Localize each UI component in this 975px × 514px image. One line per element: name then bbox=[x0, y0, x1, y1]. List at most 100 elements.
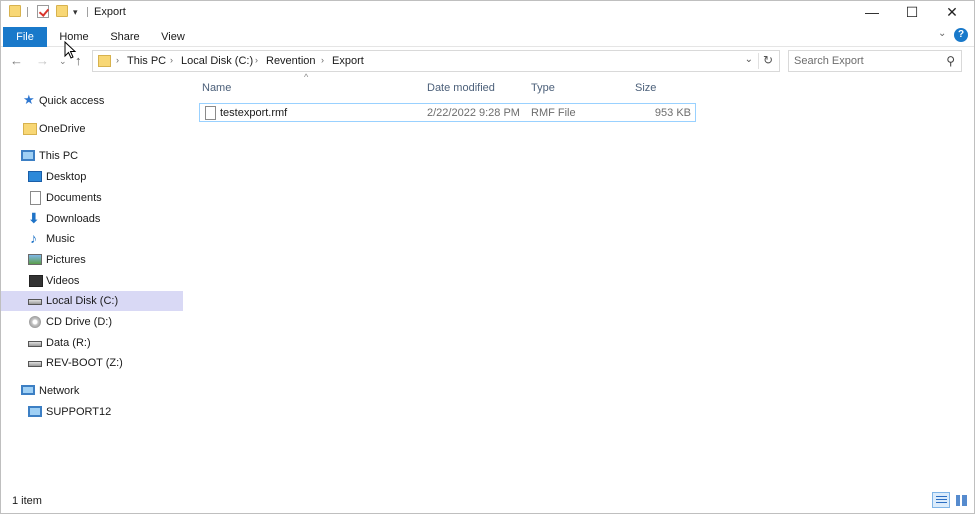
title-bar: ▾ Export — ☐ ✕ bbox=[1, 1, 974, 25]
sidebar-item-label: Music bbox=[46, 233, 75, 245]
file-type: RMF File bbox=[531, 107, 576, 119]
table-row[interactable]: testexport.rmf 2/22/2022 9:28 PM RMF Fil… bbox=[199, 103, 696, 122]
sidebar-item-label: Documents bbox=[46, 192, 102, 204]
sidebar-item-label: Videos bbox=[46, 275, 80, 287]
sidebar-item-support12[interactable]: SUPPORT12 bbox=[1, 402, 183, 422]
sidebar-item-quick-access[interactable]: ★ Quick access bbox=[1, 91, 183, 111]
sidebar-item-label: Quick access bbox=[39, 95, 105, 107]
window-title: Export bbox=[94, 6, 126, 18]
search-box[interactable]: ⚲ bbox=[788, 50, 962, 72]
sidebar-item-this-pc[interactable]: This PC bbox=[1, 146, 183, 166]
column-header-size[interactable]: Size bbox=[635, 82, 656, 94]
file-date-modified: 2/22/2022 9:28 PM bbox=[427, 107, 520, 119]
breadcrumb-export[interactable]: Export bbox=[332, 55, 364, 67]
refresh-icon[interactable]: ↻ bbox=[763, 53, 773, 67]
column-header-name[interactable]: Name bbox=[202, 82, 231, 94]
breadcrumb-separator[interactable]: › bbox=[321, 55, 324, 65]
sidebar-item-label: Local Disk (C:) bbox=[46, 295, 119, 307]
network-icon bbox=[21, 385, 35, 395]
large-icons-view-button[interactable] bbox=[952, 492, 970, 508]
sidebar-item-cd-drive-d[interactable]: CD Drive (D:) bbox=[1, 312, 183, 332]
sort-ascending-icon: ^ bbox=[304, 72, 309, 82]
file-icon bbox=[205, 106, 216, 120]
tab-share[interactable]: Share bbox=[104, 27, 146, 47]
sidebar-item-label: OneDrive bbox=[39, 123, 86, 135]
star-icon: ★ bbox=[23, 92, 35, 107]
expand-ribbon-chevron-icon[interactable]: ⌄ bbox=[938, 28, 946, 39]
sidebar-item-onedrive[interactable]: OneDrive bbox=[1, 119, 183, 139]
sidebar-item-videos[interactable]: Videos bbox=[1, 271, 183, 291]
mouse-cursor-icon bbox=[64, 41, 77, 59]
sidebar-item-data-r[interactable]: Data (R:) bbox=[1, 333, 183, 353]
navigation-pane: ★ Quick access OneDrive This PC Desktop … bbox=[1, 87, 184, 487]
details-view-icon bbox=[936, 496, 947, 505]
navigation-bar: ← → ⌄ ↑ › This PC › Local Disk (C:) › Re… bbox=[1, 48, 974, 76]
sidebar-item-music[interactable]: ♪ Music bbox=[1, 229, 183, 249]
search-input[interactable] bbox=[794, 54, 934, 68]
folder-icon bbox=[98, 55, 111, 67]
address-history-chevron-icon[interactable]: ⌄ bbox=[745, 54, 753, 65]
sidebar-item-label: Network bbox=[39, 385, 80, 397]
ribbon-tabs: File Home Share View ⌄ ? bbox=[1, 25, 974, 47]
large-icons-view-icon bbox=[956, 495, 967, 506]
search-icon[interactable]: ⚲ bbox=[946, 54, 955, 68]
download-icon: ⬇ bbox=[28, 210, 40, 226]
maximize-button[interactable]: ☐ bbox=[892, 1, 932, 23]
breadcrumb-separator[interactable]: › bbox=[116, 55, 119, 65]
folder-icon bbox=[9, 5, 21, 17]
file-explorer-window: ▾ Export — ☐ ✕ File Home Share View ⌄ ? … bbox=[0, 0, 975, 514]
picture-icon bbox=[28, 254, 42, 265]
column-header-type[interactable]: Type bbox=[531, 82, 555, 94]
computer-icon bbox=[28, 406, 42, 417]
column-header-date-modified[interactable]: Date modified bbox=[427, 82, 495, 94]
title-separator bbox=[87, 7, 88, 17]
cd-icon bbox=[29, 316, 41, 328]
help-icon[interactable]: ? bbox=[954, 28, 968, 42]
sidebar-item-documents[interactable]: Documents bbox=[1, 188, 183, 208]
sidebar-item-label: Desktop bbox=[46, 171, 87, 183]
customize-toolbar-chevron-icon[interactable]: ▾ bbox=[73, 7, 78, 18]
back-arrow-icon[interactable]: ← bbox=[10, 53, 23, 68]
file-size: 953 KB bbox=[654, 107, 691, 119]
breadcrumb-this-pc[interactable]: This PC bbox=[127, 55, 166, 67]
video-icon bbox=[29, 275, 43, 287]
breadcrumb-revention[interactable]: Revention bbox=[266, 55, 316, 67]
sidebar-item-desktop[interactable]: Desktop bbox=[1, 167, 183, 187]
address-bar[interactable]: › This PC › Local Disk (C:) › Revention … bbox=[92, 50, 780, 72]
breadcrumb-separator[interactable]: › bbox=[255, 55, 258, 65]
breadcrumb-separator[interactable]: › bbox=[170, 55, 173, 65]
file-name: testexport.rmf bbox=[220, 107, 288, 119]
drive-icon bbox=[28, 299, 42, 305]
address-divider bbox=[758, 53, 759, 69]
music-icon: ♪ bbox=[30, 230, 37, 246]
folder-icon bbox=[23, 123, 37, 135]
document-icon bbox=[30, 191, 41, 205]
drive-icon bbox=[28, 361, 42, 367]
new-folder-icon[interactable] bbox=[56, 5, 68, 17]
sidebar-item-local-disk-c[interactable]: Local Disk (C:) bbox=[1, 291, 183, 311]
breadcrumb-local-disk[interactable]: Local Disk (C:) bbox=[181, 55, 253, 67]
minimize-button[interactable]: — bbox=[852, 1, 892, 23]
quick-access-separator bbox=[27, 7, 28, 17]
sidebar-item-rev-boot-z[interactable]: REV-BOOT (Z:) bbox=[1, 353, 183, 373]
sidebar-item-label: This PC bbox=[39, 150, 79, 162]
monitor-icon bbox=[21, 150, 35, 161]
properties-icon[interactable] bbox=[37, 5, 49, 18]
sidebar-item-label: SUPPORT12 bbox=[46, 406, 112, 418]
sidebar-item-label: Pictures bbox=[46, 254, 86, 266]
sidebar-item-downloads[interactable]: ⬇ Downloads bbox=[1, 209, 183, 229]
sidebar-item-label: REV-BOOT (Z:) bbox=[46, 357, 123, 369]
status-item-count: 1 item bbox=[12, 495, 42, 507]
details-view-button[interactable] bbox=[932, 492, 950, 508]
tab-file[interactable]: File bbox=[3, 27, 47, 47]
forward-arrow-icon[interactable]: → bbox=[36, 53, 49, 68]
drive-icon bbox=[28, 341, 42, 347]
desktop-icon bbox=[28, 171, 42, 182]
tab-view[interactable]: View bbox=[154, 27, 192, 47]
sidebar-item-pictures[interactable]: Pictures bbox=[1, 250, 183, 270]
sidebar-item-label: Downloads bbox=[46, 213, 101, 225]
close-button[interactable]: ✕ bbox=[932, 1, 972, 23]
sidebar-item-label: Data (R:) bbox=[46, 337, 91, 349]
sidebar-item-label: CD Drive (D:) bbox=[46, 316, 112, 328]
sidebar-item-network[interactable]: Network bbox=[1, 381, 183, 401]
